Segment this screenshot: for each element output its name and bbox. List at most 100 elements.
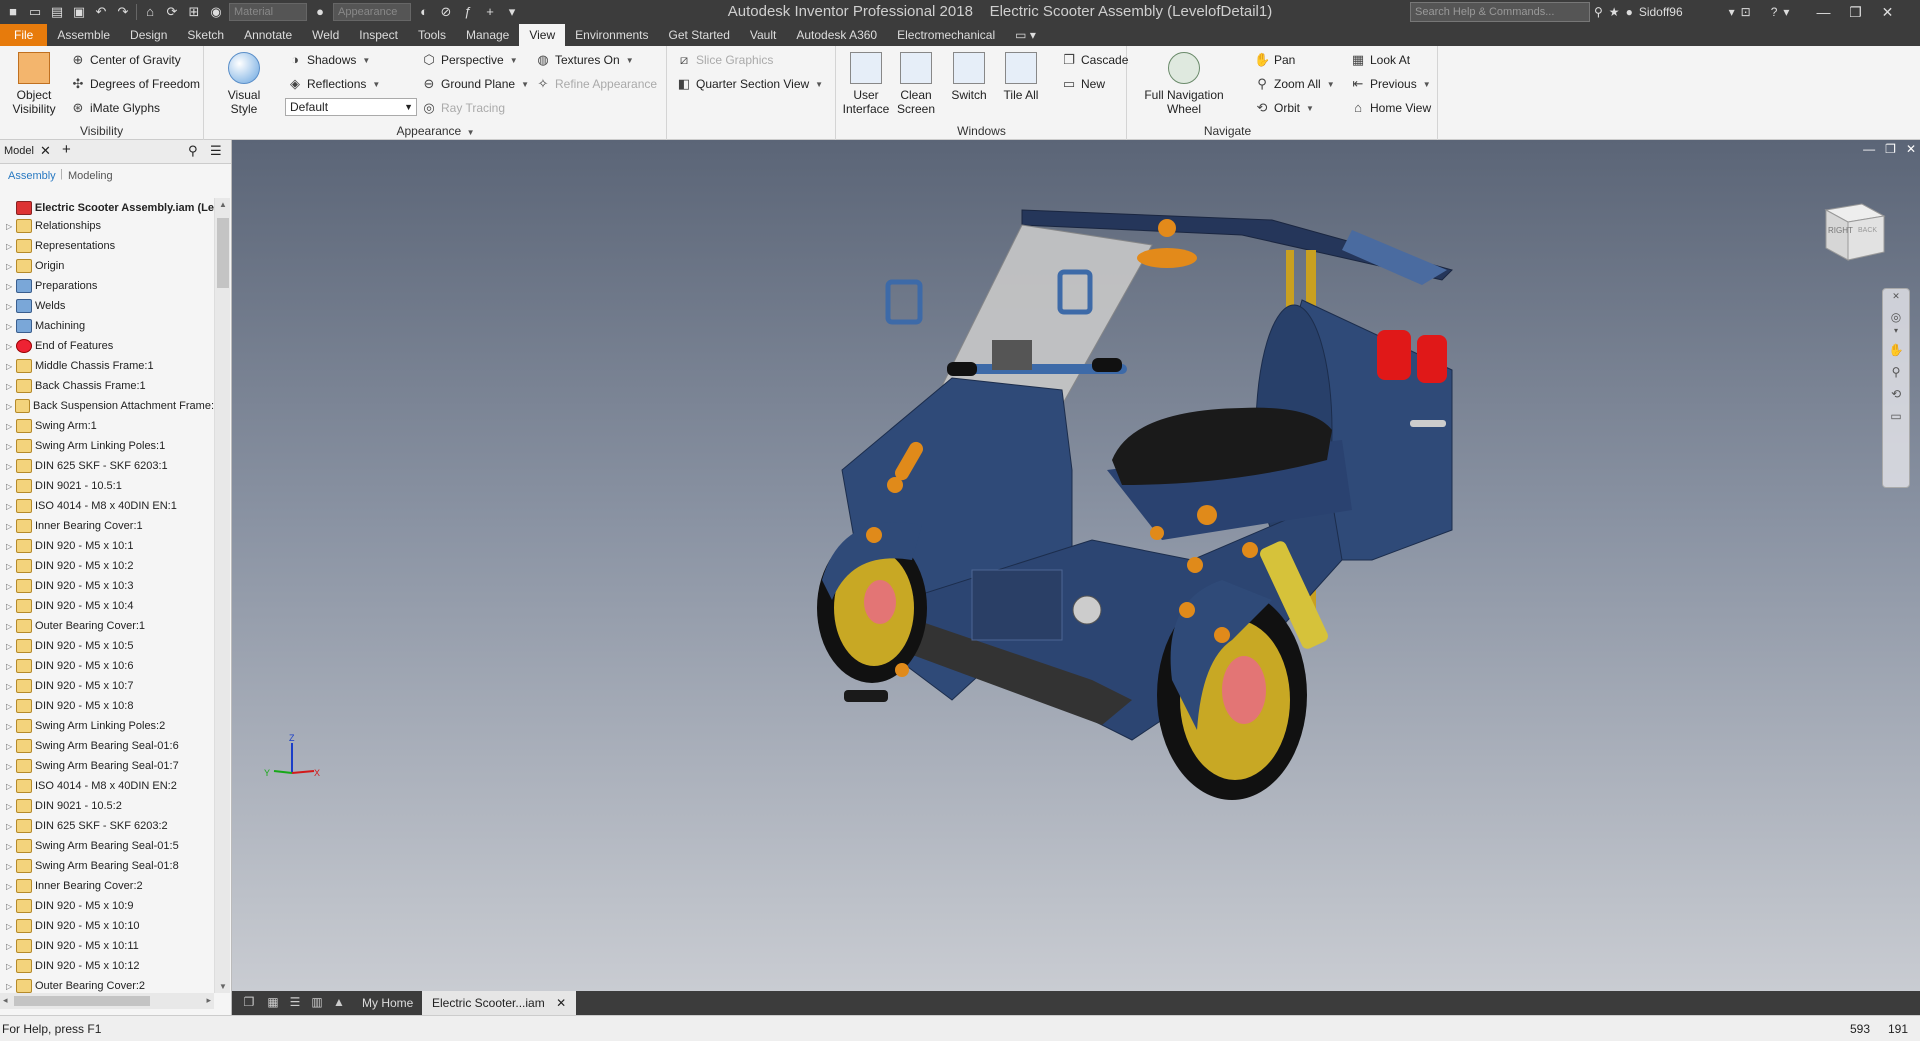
tree-node[interactable]: ▷ DIN 920 - M5 x 10:1 <box>0 536 214 556</box>
expand-icon[interactable]: ▷ <box>6 462 16 471</box>
tree-node[interactable]: ▷ DIN 920 - M5 x 10:12 <box>0 956 214 976</box>
tile-vertical-icon[interactable]: ▥ <box>308 995 326 1011</box>
tab-manage[interactable]: Manage <box>456 24 519 46</box>
expand-icon[interactable]: ▷ <box>6 442 16 451</box>
chevron-down-icon[interactable]: ▾ <box>1783 5 1789 19</box>
subtab-assembly[interactable]: Assembly <box>8 170 56 182</box>
tab-assemble[interactable]: Assemble <box>47 24 120 46</box>
expand-icon[interactable]: ▷ <box>6 902 16 911</box>
star-icon[interactable]: ★ <box>1609 5 1620 19</box>
appearance-icon[interactable]: ● <box>311 4 329 20</box>
expand-icon[interactable]: ▷ <box>6 622 16 631</box>
shadows-button[interactable]: ◑ Shadows ▼ <box>287 52 370 68</box>
expand-icon[interactable]: ▷ <box>6 542 16 551</box>
chevron-down-icon[interactable]: ▾ <box>1883 326 1909 335</box>
tree-node[interactable]: ▷ DIN 920 - M5 x 10:9 <box>0 896 214 916</box>
tile-horizontal-icon[interactable]: ☰ <box>286 995 304 1011</box>
expand-icon[interactable]: ▷ <box>6 282 16 291</box>
tab-autodesk-a360[interactable]: Autodesk A360 <box>786 24 887 46</box>
tile-icon[interactable]: ▦ <box>264 995 282 1011</box>
tree-node[interactable]: ▷ End of Features <box>0 336 214 356</box>
orbit-icon[interactable]: ⟲ <box>1883 387 1909 401</box>
graphics-viewport[interactable]: — ❐ ✕ RIGHT BACK ✕ ◎ ▾ ✋ ⚲ ⟲ ▭ Z X Y <box>232 140 1920 991</box>
expand-icon[interactable]: ▷ <box>6 302 16 311</box>
switch-button[interactable]: Switch <box>945 52 993 102</box>
view-cube[interactable]: RIGHT BACK <box>1822 200 1888 262</box>
tree-node[interactable]: ▷ Representations <box>0 236 214 256</box>
tab-electromechanical[interactable]: Electromechanical <box>887 24 1005 46</box>
expand-icon[interactable]: ▷ <box>6 702 16 711</box>
tree-node[interactable]: ▷ DIN 625 SKF - SKF 6203:1 <box>0 456 214 476</box>
expand-icon[interactable]: ▷ <box>6 362 16 371</box>
tile-all-button[interactable]: Tile All <box>997 52 1045 102</box>
user-icon[interactable]: ● <box>1626 5 1633 19</box>
steering-wheel-icon[interactable]: ◎ <box>1883 310 1909 324</box>
tree-node[interactable]: ▷ Back Chassis Frame:1 <box>0 376 214 396</box>
tree-node[interactable]: ▷ DIN 920 - M5 x 10:10 <box>0 916 214 936</box>
expand-icon[interactable]: ▷ <box>6 962 16 971</box>
tab-active-document[interactable]: Electric Scooter...iam ✕ <box>422 991 577 1015</box>
material-dropdown[interactable]: Material <box>229 3 307 21</box>
binoculars-icon[interactable]: ⚲ <box>1594 5 1603 19</box>
expand-icon[interactable]: ▷ <box>6 662 16 671</box>
expand-icon[interactable]: ▷ <box>6 922 16 931</box>
visual-style-button[interactable]: Visual Style <box>213 52 275 116</box>
expand-icon[interactable]: ▷ <box>6 862 16 871</box>
browser-tab-model[interactable]: Model <box>4 145 34 157</box>
perspective-button[interactable]: ⬡ Perspective ▼ <box>421 52 517 68</box>
previous-button[interactable]: ⇤ Previous ▼ <box>1350 76 1431 92</box>
scroll-thumb[interactable] <box>14 996 150 1006</box>
quarter-section-view-button[interactable]: ◧ Quarter Section View ▼ <box>676 76 823 92</box>
tree-node[interactable]: ▷ Back Suspension Attachment Frame: <box>0 396 214 416</box>
tree-root-node[interactable]: Electric Scooter Assembly.iam (Le <box>0 198 214 218</box>
expand-icon[interactable]: ▷ <box>6 682 16 691</box>
expand-icon[interactable]: ▷ <box>6 722 16 731</box>
expand-icon[interactable]: ▷ <box>6 342 16 351</box>
tree-node[interactable]: ▷ Swing Arm Bearing Seal-01:6 <box>0 736 214 756</box>
scooter-model[interactable] <box>232 140 1920 991</box>
measure-icon[interactable]: ◉ <box>207 4 225 20</box>
help-icon[interactable]: ? <box>1771 5 1778 19</box>
ribbon-options-icon[interactable]: ▭ ▾ <box>1005 24 1046 46</box>
expand-icon[interactable]: ▷ <box>6 642 16 651</box>
slice-graphics-button[interactable]: ⧄ Slice Graphics <box>676 52 774 68</box>
cart-icon[interactable]: ⊡ <box>1741 5 1751 19</box>
tree-node[interactable]: ▷ DIN 920 - M5 x 10:8 <box>0 696 214 716</box>
tree-node[interactable]: ▷ Outer Bearing Cover:2 <box>0 976 214 993</box>
object-visibility-button[interactable]: Object Visibility <box>6 52 62 116</box>
update-icon[interactable]: ⟳ <box>163 4 181 20</box>
clean-screen-button[interactable]: Clean Screen <box>893 52 939 116</box>
tree-node[interactable]: ▷ DIN 625 SKF - SKF 6203:2 <box>0 816 214 836</box>
full-navigation-wheel-button[interactable]: Full Navigation Wheel <box>1136 52 1232 116</box>
textures-on-button[interactable]: ◍ Textures On ▼ <box>535 52 633 68</box>
tree-node[interactable]: ▷ DIN 920 - M5 x 10:5 <box>0 636 214 656</box>
home-icon[interactable]: ⌂ <box>141 4 159 20</box>
center-of-gravity-button[interactable]: ⊕ Center of Gravity <box>70 52 181 68</box>
tree-node[interactable]: ▷ Inner Bearing Cover:1 <box>0 516 214 536</box>
tree-node[interactable]: ▷ DIN 9021 - 10.5:1 <box>0 476 214 496</box>
expand-icon[interactable]: ▷ <box>6 762 16 771</box>
redo-icon[interactable]: ↷ <box>114 4 132 20</box>
tree-node[interactable]: ▷ Origin <box>0 256 214 276</box>
tree-node[interactable]: ▷ Swing Arm Linking Poles:1 <box>0 436 214 456</box>
close-icon[interactable]: ✕ <box>40 143 51 159</box>
tab-weld[interactable]: Weld <box>302 24 349 46</box>
tree-horizontal-scrollbar[interactable]: ◂ ▸ <box>0 993 214 1009</box>
look-at-button[interactable]: ▦ Look At <box>1350 52 1410 68</box>
adjust-icon[interactable]: ◐ <box>415 4 433 20</box>
tab-get-started[interactable]: Get Started <box>659 24 740 46</box>
expand-icon[interactable]: ▷ <box>6 602 16 611</box>
tab-my-home[interactable]: My Home <box>352 991 423 1015</box>
expand-icon[interactable]: ▷ <box>6 482 16 491</box>
expand-icon[interactable]: ▷ <box>6 782 16 791</box>
orbit-button[interactable]: ⟲ Orbit ▼ <box>1254 100 1314 116</box>
tree-node[interactable]: ▷ DIN 920 - M5 x 10:3 <box>0 576 214 596</box>
expand-icon[interactable]: ▷ <box>6 742 16 751</box>
tab-tools[interactable]: Tools <box>408 24 456 46</box>
chevron-up-icon[interactable]: ▲ <box>330 995 348 1011</box>
chevron-down-icon[interactable]: ▾ <box>1729 5 1735 19</box>
expand-icon[interactable]: ▷ <box>6 822 16 831</box>
tree-node[interactable]: ▷ Preparations <box>0 276 214 296</box>
tree-node[interactable]: ▷ Machining <box>0 316 214 336</box>
expand-icon[interactable]: ▷ <box>6 522 16 531</box>
